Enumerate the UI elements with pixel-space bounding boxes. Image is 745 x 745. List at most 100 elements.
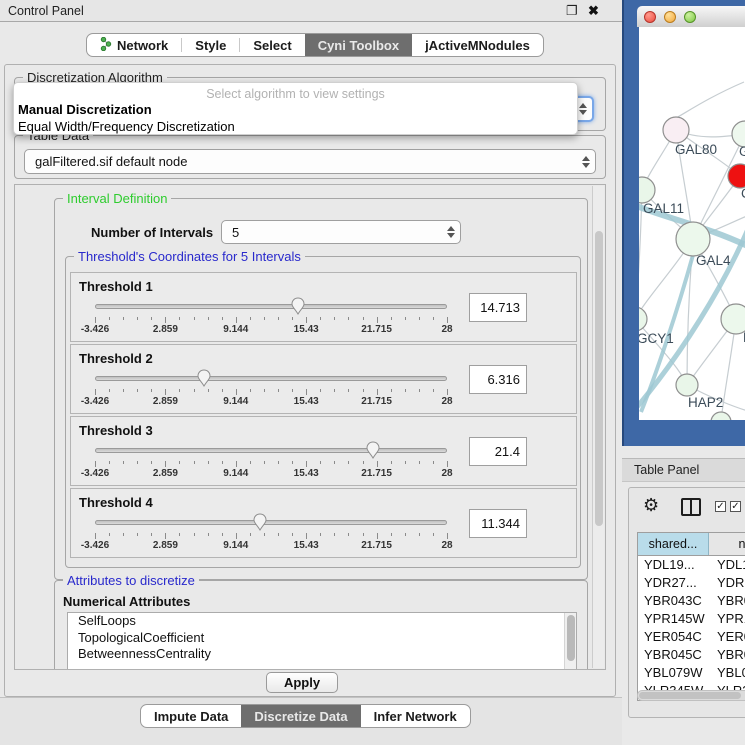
close-traffic-light[interactable]: [644, 11, 656, 23]
column-header-shared-name[interactable]: shared...: [638, 533, 709, 555]
table-horizontal-scrollbar[interactable]: [637, 690, 745, 701]
popup-option-manual-discretization[interactable]: Manual Discretization: [14, 101, 577, 118]
network-node[interactable]: [639, 307, 647, 331]
tick-mark: [447, 461, 448, 467]
network-node[interactable]: [663, 117, 689, 143]
table-row[interactable]: YBR043CYBR0: [638, 592, 745, 610]
threshold-value-box[interactable]: 11.344: [469, 509, 527, 538]
tick-mark: [222, 461, 223, 464]
number-of-intervals-combo[interactable]: 5: [221, 220, 461, 244]
list-item[interactable]: TopologicalCoefficient: [68, 630, 576, 647]
threshold-slider[interactable]: -3.4262.8599.14415.4321.71528: [95, 417, 447, 487]
column-header-name[interactable]: na: [709, 533, 745, 555]
minimize-traffic-light[interactable]: [664, 11, 676, 23]
tick-mark: [334, 317, 335, 320]
network-node-label: GAL80: [675, 142, 717, 157]
tab-discretize-data[interactable]: Discretize Data: [241, 705, 360, 727]
bottom-tab-bar: Impute Data Discretize Data Infer Networ…: [140, 704, 471, 728]
tab-infer-network[interactable]: Infer Network: [361, 705, 470, 727]
slider-thumb[interactable]: [253, 513, 267, 531]
threshold-slider[interactable]: -3.4262.8599.14415.4321.71528: [95, 489, 447, 559]
slider-track[interactable]: [95, 448, 447, 453]
threshold-value-box[interactable]: 21.4: [469, 437, 527, 466]
numerical-attributes-list[interactable]: SelfLoopsTopologicalCoefficientBetweenne…: [67, 612, 577, 670]
tick-mark: [278, 389, 279, 392]
tick-mark: [320, 389, 321, 392]
slider-thumb[interactable]: [197, 369, 211, 387]
network-canvas[interactable]: GAL80GCGAL11GAL4GCY1HHAP2: [639, 27, 745, 420]
tab-network[interactable]: Network: [87, 34, 181, 56]
tick-mark: [194, 389, 195, 392]
tick-mark: [391, 389, 392, 392]
tick-mark: [348, 533, 349, 536]
tick-label: 28: [441, 540, 452, 551]
scrollbar-thumb[interactable]: [639, 692, 741, 699]
apply-button[interactable]: Apply: [266, 672, 338, 693]
threshold-value-box[interactable]: 14.713: [469, 293, 527, 322]
panel-scrollbar[interactable]: [592, 186, 604, 668]
threshold-value-box[interactable]: 6.316: [469, 365, 527, 394]
popup-option-equal-width-frequency[interactable]: Equal Width/Frequency Discretization: [14, 118, 577, 135]
tick-mark: [137, 533, 138, 536]
network-node[interactable]: [676, 374, 698, 396]
table-row[interactable]: YPR145WYPR1: [638, 610, 745, 628]
checkbox-icon[interactable]: ✓: [715, 501, 726, 512]
slider-track[interactable]: [95, 304, 447, 309]
list-item[interactable]: SelfLoops: [68, 613, 576, 630]
tick-mark: [306, 461, 307, 467]
slider-track[interactable]: [95, 376, 447, 381]
gear-icon[interactable]: ⚙: [643, 495, 659, 516]
close-icon[interactable]: ✖: [588, 3, 599, 19]
table-row[interactable]: YBR045CYBR0: [638, 646, 745, 664]
threshold-slider[interactable]: -3.4262.8599.14415.4321.71528: [95, 345, 447, 415]
tick-label: 15.43: [294, 396, 319, 407]
scrollbar-thumb[interactable]: [567, 615, 575, 661]
tick-label: -3.426: [81, 468, 109, 479]
tab-style[interactable]: Style: [182, 34, 239, 56]
tab-impute-data[interactable]: Impute Data: [141, 705, 241, 727]
tick-mark: [405, 461, 406, 464]
float-window-icon[interactable]: ❐: [566, 3, 578, 19]
interval-definition-group: Interval Definition Number of Intervals …: [54, 198, 588, 580]
tick-mark: [419, 317, 420, 320]
tick-mark: [348, 461, 349, 464]
cell-shared-name: YBR045C: [638, 646, 709, 664]
tick-mark: [208, 389, 209, 392]
network-node-label: GAL11: [643, 201, 684, 216]
network-node[interactable]: [721, 304, 745, 334]
table-row[interactable]: YDR27...YDR2: [638, 574, 745, 592]
tab-cyni-toolbox[interactable]: Cyni Toolbox: [305, 34, 412, 56]
network-node[interactable]: [711, 412, 731, 420]
table-toolbar: ⚙ ✓ ✓: [629, 492, 745, 524]
slider-track[interactable]: [95, 520, 447, 525]
cell-name: YBL0: [709, 664, 745, 682]
list-scrollbar[interactable]: [564, 613, 576, 670]
table-row[interactable]: YDL19...YDL1: [638, 556, 745, 574]
scrollbar-thumb[interactable]: [595, 231, 603, 526]
tick-mark: [377, 533, 378, 539]
tab-label: Cyni Toolbox: [318, 38, 399, 53]
tab-select[interactable]: Select: [240, 34, 304, 56]
tick-label: 2.859: [153, 324, 178, 335]
zoom-traffic-light[interactable]: [684, 11, 696, 23]
tick-mark: [363, 461, 364, 464]
threshold-slider[interactable]: -3.4262.8599.14415.4321.71528: [95, 273, 447, 343]
split-table-icon[interactable]: [681, 498, 701, 516]
list-item[interactable]: BetweennessCentrality: [68, 646, 576, 663]
tick-mark: [433, 389, 434, 392]
network-node[interactable]: [639, 177, 655, 203]
checkbox-icon[interactable]: ✓: [730, 501, 741, 512]
slider-thumb[interactable]: [291, 297, 305, 315]
node-attribute-table[interactable]: shared... na YDL19...YDL1YDR27...YDR2YBR…: [637, 532, 745, 701]
slider-thumb[interactable]: [366, 441, 380, 459]
tick-label: -3.426: [81, 396, 109, 407]
table-row[interactable]: YBL079WYBL0: [638, 664, 745, 682]
table-row[interactable]: YER054CYER0: [638, 628, 745, 646]
tick-mark: [264, 389, 265, 392]
tick-mark: [348, 317, 349, 320]
network-node[interactable]: [676, 222, 710, 256]
tick-mark: [334, 533, 335, 536]
network-node[interactable]: [728, 164, 745, 188]
table-data-combo[interactable]: galFiltered.sif default node: [24, 149, 596, 174]
tab-jactivemnodules[interactable]: jActiveMNodules: [412, 34, 543, 56]
